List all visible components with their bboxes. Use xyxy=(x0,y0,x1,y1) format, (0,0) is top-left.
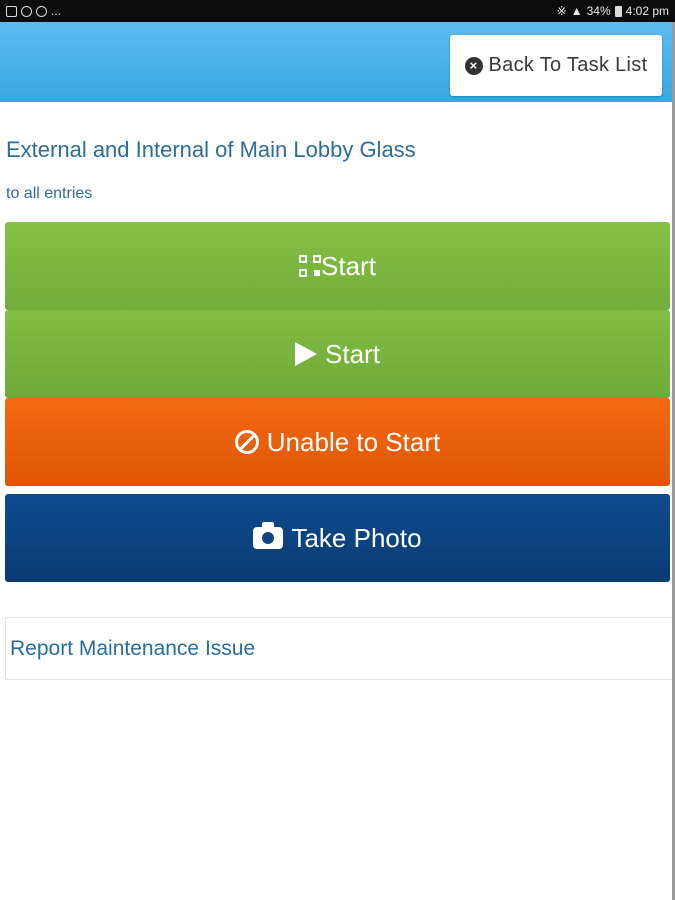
status-bar-left: ... xyxy=(6,4,61,18)
link-icon xyxy=(21,5,32,17)
battery-percent: 34% xyxy=(586,4,611,18)
status-bar-right: ※ ▲ 34% 4:02 pm xyxy=(557,4,669,18)
qr-code-icon xyxy=(299,255,322,277)
take-photo-button[interactable]: Take Photo xyxy=(5,494,670,582)
bluetooth-icon: ※ xyxy=(556,4,567,18)
task-title: External and Internal of Main Lobby Glas… xyxy=(6,137,416,162)
qr-start-label: Start xyxy=(321,250,376,281)
back-button-label: Back To Task List xyxy=(488,54,648,76)
task-subtitle: to all entries xyxy=(6,185,93,202)
ban-icon xyxy=(234,430,259,454)
app-header: × Back To Task List xyxy=(0,22,675,102)
unable-label: Unable to Start xyxy=(266,426,441,457)
settings-icon xyxy=(36,5,47,17)
camera-icon xyxy=(253,522,284,549)
status-ellipsis: ... xyxy=(51,4,62,18)
start-label: Start xyxy=(325,338,380,369)
close-circle-icon: × xyxy=(464,56,483,75)
battery-icon xyxy=(614,5,622,17)
status-bar: ... ※ ▲ 34% 4:02 pm xyxy=(0,0,675,22)
report-maintenance-issue-link[interactable]: Report Maintenance Issue xyxy=(5,617,673,680)
gallery-icon xyxy=(6,5,17,17)
back-to-task-list-button[interactable]: × Back To Task List xyxy=(450,35,662,96)
photo-label: Take Photo xyxy=(291,522,422,553)
play-icon xyxy=(295,342,318,366)
qr-start-button[interactable]: Start xyxy=(5,222,670,310)
unable-to-start-button[interactable]: Unable to Start xyxy=(5,398,670,486)
clock: 4:02 pm xyxy=(625,4,669,18)
maintenance-label: Report Maintenance Issue xyxy=(10,636,256,660)
start-button[interactable]: Start xyxy=(5,310,670,398)
wifi-icon: ▲ xyxy=(570,4,583,18)
